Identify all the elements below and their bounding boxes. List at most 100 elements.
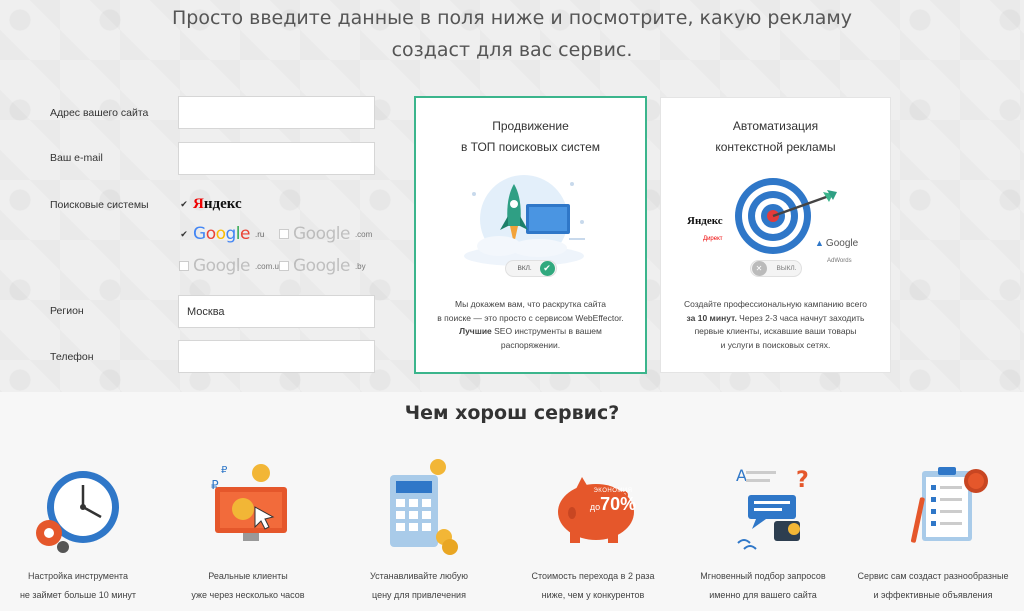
ppc-card-title: Автоматизация контекстной рекламы bbox=[661, 116, 890, 158]
adwords-icon: ▲ bbox=[815, 238, 824, 248]
seo-promotion-card[interactable]: Продвижение в ТОП поисковых систем ВКЛ. … bbox=[414, 96, 647, 374]
benefits-title: Чем хорош сервис? bbox=[404, 402, 620, 424]
yandex-logo-rest: ндекс bbox=[203, 196, 242, 212]
close-icon: ✕ bbox=[751, 261, 767, 276]
rocket-icon bbox=[464, 175, 585, 266]
google-adwords-name: Google bbox=[825, 238, 859, 249]
feature-auto-ads: Сервис сам создаст разнообразные и эффек… bbox=[848, 452, 1018, 605]
yandex-direct-sub: Директ bbox=[703, 236, 723, 242]
headline-line-1: Просто введите данные в поля ниже и посм… bbox=[171, 7, 852, 29]
ppc-desc-line-2: за 10 минут. Через 2-3 часа начнут заход… bbox=[661, 312, 890, 326]
google-logo: Google bbox=[293, 224, 350, 244]
seo-title-line-2: в ТОП поисковых систем bbox=[460, 140, 601, 154]
seo-desc-bold: Лучшие bbox=[459, 326, 492, 336]
google-ru-checkbox[interactable]: ✔ bbox=[179, 229, 189, 239]
ppc-desc-bold: за 10 минут. bbox=[686, 312, 737, 323]
search-engine-google-ru[interactable]: ✔ Google .ru bbox=[179, 224, 264, 244]
phone-input[interactable] bbox=[178, 340, 375, 373]
calculator-coins-icon bbox=[390, 459, 458, 555]
seo-title-line-1: Продвижение bbox=[492, 119, 569, 133]
checkmark-icon: ✔ bbox=[539, 261, 555, 276]
ppc-title-line-1: Автоматизация bbox=[732, 119, 819, 133]
setup-section: Просто введите данные в поля ниже и посм… bbox=[0, 0, 1024, 392]
email-input[interactable] bbox=[178, 142, 375, 175]
svg-text:₽: ₽ bbox=[221, 465, 228, 476]
chat-bubbles-icon: A ? bbox=[736, 466, 809, 550]
feature-5-line-1: Мгновенный подбор запросов bbox=[700, 571, 826, 581]
feature-4-line-2: ниже, чем у конкурентов bbox=[541, 590, 645, 600]
seo-card-title: Продвижение в ТОП поисковых систем bbox=[416, 116, 645, 158]
seo-desc-line-2: в поиске — это просто с сервисом WebEffe… bbox=[437, 312, 624, 323]
google-com-suffix: .com bbox=[354, 229, 373, 239]
savings-badge-value: до70% bbox=[578, 493, 648, 515]
yandex-logo: Яндекс bbox=[193, 196, 242, 212]
feature-lower-cost: ЭКОНОМИЯ до70% Стоимость перехода в 2 ра… bbox=[508, 452, 678, 605]
google-logo: Google bbox=[293, 256, 350, 276]
seo-desc-line-1: Мы докажем вам, что раскрутка сайта bbox=[455, 299, 606, 309]
search-engine-google-by[interactable]: Google .by bbox=[279, 256, 366, 276]
monitor-coins-icon: ₽ ₽ bbox=[211, 464, 287, 541]
ppc-desc-line-1: Создайте профессиональную кампанию всего bbox=[683, 299, 868, 309]
search-engine-google-com-ua[interactable]: Google .com.ua bbox=[179, 256, 283, 276]
yandex-direct-name: Яндекс bbox=[687, 215, 723, 227]
ppc-toggle[interactable]: ✕ ВЫКЛ. bbox=[749, 260, 802, 277]
svg-text:₽: ₽ bbox=[211, 478, 219, 492]
ppc-desc-line-2-rest: Через 2-3 часа начнут заходить bbox=[736, 312, 865, 323]
target-illustration: Яндекс Директ ▲ Google AdWords bbox=[661, 164, 890, 274]
feature-instant-keywords: A ? Мгновенный подбор запросов именно дл… bbox=[678, 452, 848, 605]
seo-card-description: Мы докажем вам, что раскрутка сайта в по… bbox=[416, 298, 645, 352]
site-url-input[interactable] bbox=[178, 96, 375, 129]
google-by-checkbox[interactable] bbox=[279, 261, 289, 271]
feature-3-line-1: Устанавливайте любую bbox=[370, 571, 468, 581]
seo-desc-line-4: распоряжении. bbox=[500, 339, 561, 350]
rocket-illustration bbox=[416, 164, 645, 274]
seo-toggle[interactable]: ВКЛ. ✔ bbox=[504, 260, 557, 277]
feature-custom-price: Устанавливайте любую цену для привлечени… bbox=[334, 452, 504, 605]
search-engine-yandex[interactable]: ✔ Яндекс bbox=[179, 196, 242, 213]
email-label: Ваш e-mail bbox=[50, 152, 103, 164]
yandex-direct-logo: Яндекс Директ bbox=[687, 212, 723, 244]
ppc-title-line-2: контекстной рекламы bbox=[715, 140, 836, 154]
feature-1-line-2: не займет больше 10 минут bbox=[19, 590, 137, 600]
ppc-toggle-label: ВЫКЛ. bbox=[776, 265, 797, 272]
google-logo: Google bbox=[193, 256, 250, 276]
feature-5-line-2: именно для вашего сайта bbox=[709, 590, 817, 600]
ppc-card-description: Создайте профессиональную кампанию всего… bbox=[661, 298, 890, 352]
google-com-checkbox[interactable] bbox=[279, 229, 289, 239]
savings-badge-percent: 70% bbox=[600, 493, 637, 514]
google-com-ua-checkbox[interactable] bbox=[179, 261, 189, 271]
seo-desc-line-3-rest: SEO инструменты в вашем bbox=[491, 326, 602, 336]
feature-6-line-1: Сервис сам создаст разнообразные bbox=[857, 571, 1009, 581]
region-input[interactable] bbox=[178, 295, 375, 328]
savings-badge: ЭКОНОМИЯ до70% bbox=[578, 480, 648, 530]
savings-badge-prefix: до bbox=[589, 501, 601, 512]
seo-desc-line-3: Лучшие SEO инструменты в вашем bbox=[416, 325, 645, 339]
ppc-desc-line-3: первые клиенты, искавшие ваши товары bbox=[694, 326, 857, 336]
svg-text:?: ? bbox=[796, 468, 809, 493]
feature-6-line-2: и эффективные объявления bbox=[873, 590, 993, 600]
region-label: Регион bbox=[50, 305, 84, 317]
google-adwords-logo: ▲ Google AdWords bbox=[815, 234, 858, 266]
feature-3-line-2: цену для привлечения bbox=[372, 590, 466, 600]
feature-1-line-1: Настройка инструмента bbox=[28, 571, 128, 581]
clock-gears-icon bbox=[36, 471, 119, 553]
ppc-automation-card[interactable]: Автоматизация контекстной рекламы Яндекс… bbox=[660, 97, 891, 373]
yandex-checkbox[interactable]: ✔ bbox=[179, 200, 189, 210]
site-url-label: Адрес вашего сайта bbox=[50, 107, 149, 119]
google-ru-suffix: .ru bbox=[255, 229, 265, 239]
benefits-section: Чем хорош сервис? Настройка инструмента … bbox=[0, 392, 1024, 611]
feature-real-clients: ₽ ₽ Реальные клиенты уже через несколько… bbox=[163, 452, 333, 605]
phone-label: Телефон bbox=[50, 351, 94, 363]
page-headline: Просто введите данные в поля ниже и посм… bbox=[0, 2, 1024, 66]
seo-toggle-label: ВКЛ. bbox=[517, 265, 532, 272]
feature-2-line-2: уже через несколько часов bbox=[191, 590, 305, 600]
ppc-desc-line-4: и услуги в поисковых сетях. bbox=[720, 339, 831, 350]
google-logo: Google bbox=[193, 224, 250, 244]
headline-line-2: создаст для вас сервис. bbox=[391, 39, 633, 61]
google-by-suffix: .by bbox=[354, 261, 366, 271]
google-adwords-sub: AdWords bbox=[827, 258, 852, 264]
feature-2-line-1: Реальные клиенты bbox=[208, 571, 288, 581]
svg-text:A: A bbox=[736, 466, 747, 485]
search-engine-google-com[interactable]: Google .com bbox=[279, 224, 372, 244]
feature-setup-time: Настройка инструмента не займет больше 1… bbox=[0, 452, 163, 605]
